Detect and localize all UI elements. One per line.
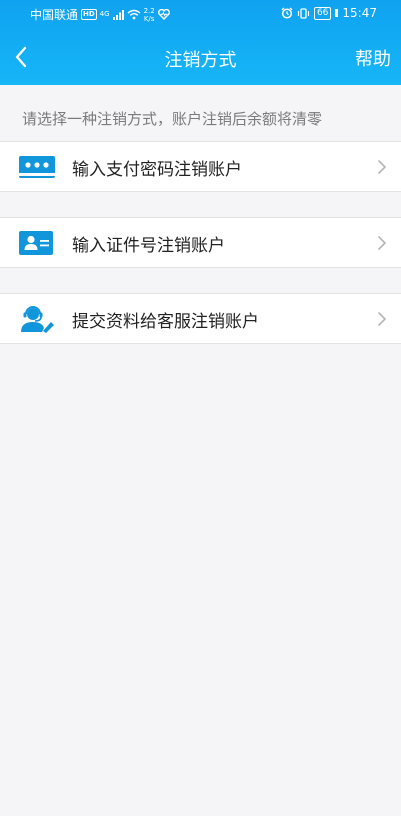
app-header: 中国联通 HD 4G 2.2 K/s 66 15:47 注销方式 帮助 bbox=[0, 0, 401, 85]
instruction-text: 请选择一种注销方式，账户注销后余额将清零 bbox=[22, 110, 323, 128]
id-card-icon bbox=[19, 231, 53, 255]
charging-icon bbox=[335, 9, 339, 17]
status-bar-right: 66 15:47 bbox=[281, 6, 377, 20]
status-bar-left: 中国联通 HD 4G 2.2 K/s bbox=[30, 6, 170, 23]
chevron-right-icon bbox=[378, 160, 386, 174]
option-label: 输入证件号注销账户 bbox=[72, 236, 225, 256]
health-heart-icon bbox=[157, 9, 170, 20]
hd-badge: HD bbox=[81, 9, 97, 20]
carrier-name: 中国联通 bbox=[30, 8, 79, 22]
wifi-icon bbox=[127, 9, 141, 20]
option-label: 输入支付密码注销账户 bbox=[72, 160, 242, 180]
page-title: 注销方式 bbox=[164, 50, 237, 71]
vibrate-icon bbox=[297, 7, 310, 19]
battery-icon: 66 bbox=[313, 6, 332, 20]
status-bar: 中国联通 HD 4G 2.2 K/s 66 15:47 bbox=[0, 0, 401, 28]
customer-service-icon bbox=[21, 306, 54, 333]
chevron-right-icon bbox=[378, 236, 386, 250]
help-button[interactable]: 帮助 bbox=[355, 45, 391, 71]
network-type: 4G bbox=[99, 10, 110, 18]
option-label: 提交资料给客服注销账户 bbox=[72, 312, 259, 332]
chevron-right-icon bbox=[378, 312, 386, 326]
alarm-icon bbox=[281, 7, 293, 19]
nav-bar: 注销方式 帮助 bbox=[0, 34, 401, 80]
option-customer-service[interactable]: 提交资料给客服注销账户 bbox=[0, 293, 401, 344]
option-id-number[interactable]: 输入证件号注销账户 bbox=[0, 217, 401, 268]
signal-icon bbox=[112, 9, 124, 20]
option-payment-password[interactable]: 输入支付密码注销账户 bbox=[0, 141, 401, 192]
clock-time: 15:47 bbox=[342, 6, 377, 20]
net-speed: 2.2 K/s bbox=[144, 7, 155, 23]
net-speed-unit: K/s bbox=[143, 14, 155, 23]
net-speed-value: 2.2 bbox=[143, 6, 155, 15]
password-card-icon bbox=[19, 156, 55, 178]
